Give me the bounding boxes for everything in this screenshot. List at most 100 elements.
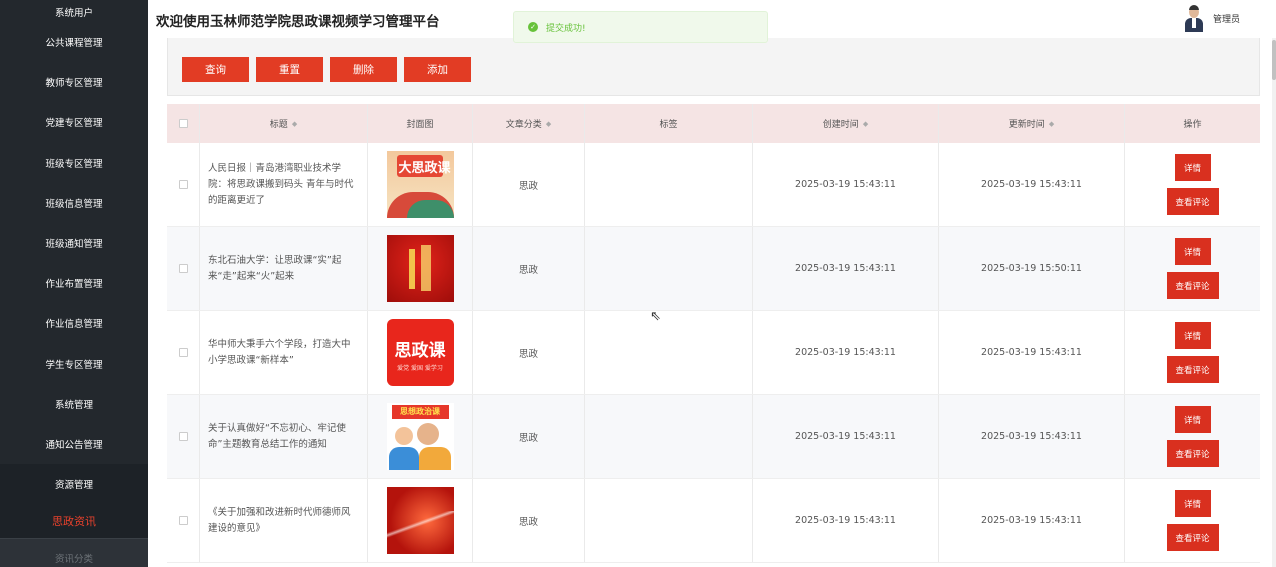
row-actions: 详情 查看评论 bbox=[1125, 143, 1260, 226]
row-title: 《关于加强和改进新时代师德师风建设的意见》 bbox=[200, 479, 368, 562]
table-row: 华中师大秉手六个学段，打造大中小学思政课“新样本” 思政课爱党 爱国 爱学习 思… bbox=[167, 311, 1260, 395]
sidebar-item-announcements[interactable]: 通知公告管理 bbox=[0, 424, 148, 464]
row-cover: 大思政课 bbox=[368, 143, 473, 226]
category-text: 思政 bbox=[518, 180, 538, 192]
page-title: 欢迎使用玉林师范学院思政课视频学习管理平台 bbox=[156, 14, 440, 30]
sidebar: 系统用户 公共课程管理 教师专区管理 党建专区管理 班级专区管理 班级信息管理 … bbox=[0, 0, 148, 567]
header-tags: 标签 bbox=[585, 104, 753, 143]
row-cover: 思想政治课 bbox=[368, 395, 473, 478]
cover-image[interactable] bbox=[386, 235, 454, 302]
header-updated[interactable]: 更新时间 ◆ bbox=[939, 104, 1125, 143]
cover-subtext: 爱党 爱国 爱学习 bbox=[397, 365, 443, 372]
row-tags bbox=[585, 227, 753, 310]
header-created[interactable]: 创建时间 ◆ bbox=[753, 104, 939, 143]
row-select-cell bbox=[167, 395, 200, 478]
detail-button[interactable]: 详情 bbox=[1174, 490, 1211, 517]
scrollbar-track[interactable] bbox=[1272, 38, 1276, 567]
detail-button[interactable]: 详情 bbox=[1174, 322, 1211, 349]
row-title: 华中师大秉手六个学段，打造大中小学思政课“新样本” bbox=[200, 311, 368, 394]
sidebar-item-news[interactable]: 思政资讯 bbox=[0, 504, 148, 539]
row-title: 关于认真做好“不忘初心、牢记使命”主题教育总结工作的通知 bbox=[200, 395, 368, 478]
created-text: 2025-03-19 15:43:11 bbox=[795, 179, 896, 190]
created-text: 2025-03-19 15:43:11 bbox=[795, 431, 896, 442]
sidebar-item-teacher-zone[interactable]: 教师专区管理 bbox=[0, 62, 148, 102]
category-text: 思政 bbox=[518, 516, 538, 528]
updated-text: 2025-03-19 15:43:11 bbox=[981, 431, 1082, 442]
created-text: 2025-03-19 15:43:11 bbox=[795, 347, 896, 358]
updated-text: 2025-03-19 15:43:11 bbox=[981, 515, 1082, 526]
sidebar-item-system-manage[interactable]: 系统管理 bbox=[0, 384, 148, 424]
view-comments-button[interactable]: 查看评论 bbox=[1166, 524, 1219, 551]
add-button[interactable]: 添加 bbox=[404, 57, 471, 82]
sidebar-item-news-category[interactable]: 资讯分类 bbox=[0, 538, 148, 567]
sidebar-item-student-zone[interactable]: 学生专区管理 bbox=[0, 344, 148, 384]
search-toolbar: 查询 重置 删除 添加 bbox=[167, 38, 1260, 96]
sidebar-item-resources[interactable]: 资源管理 bbox=[0, 464, 148, 505]
table-header: 标题 ◆ 封面图 文章分类 ◆ 标签 创建时间 ◆ 更新时间 ◆ 操作 bbox=[167, 104, 1260, 143]
view-comments-button[interactable]: 查看评论 bbox=[1166, 272, 1219, 299]
cover-image[interactable]: 思政课爱党 爱国 爱学习 bbox=[386, 319, 454, 386]
sort-icon[interactable]: ◆ bbox=[1049, 120, 1054, 128]
row-checkbox[interactable] bbox=[178, 432, 188, 441]
row-select-cell bbox=[167, 143, 200, 226]
row-updated: 2025-03-19 15:50:11 bbox=[939, 227, 1125, 310]
header-category[interactable]: 文章分类 ◆ bbox=[473, 104, 585, 143]
row-checkbox[interactable] bbox=[178, 348, 188, 357]
header-updated-label: 更新时间 bbox=[1008, 120, 1045, 130]
mouse-cursor-icon: ⇖ bbox=[650, 309, 661, 324]
sort-icon[interactable]: ◆ bbox=[863, 120, 868, 128]
delete-button[interactable]: 删除 bbox=[330, 57, 397, 82]
row-checkbox[interactable] bbox=[178, 516, 188, 525]
row-actions: 详情 查看评论 bbox=[1125, 311, 1260, 394]
cover-text: 思政课 bbox=[394, 341, 446, 361]
row-checkbox[interactable] bbox=[178, 264, 188, 273]
sidebar-item-system-users[interactable]: 系统用户 bbox=[0, 0, 148, 22]
sort-icon[interactable]: ◆ bbox=[546, 120, 551, 128]
header-actions-label: 操作 bbox=[1183, 120, 1202, 130]
sidebar-item-public-courses[interactable]: 公共课程管理 bbox=[0, 22, 148, 62]
sidebar-item-homework-assign[interactable]: 作业布置管理 bbox=[0, 263, 148, 303]
cover-image[interactable]: 思想政治课 bbox=[386, 403, 454, 470]
row-category: 思政 bbox=[473, 395, 585, 478]
row-updated: 2025-03-19 15:43:11 bbox=[939, 479, 1125, 562]
row-category: 思政 bbox=[473, 227, 585, 310]
category-text: 思政 bbox=[518, 432, 538, 444]
reset-button[interactable]: 重置 bbox=[256, 57, 323, 82]
row-category: 思政 bbox=[473, 143, 585, 226]
user-menu[interactable]: 管理员 bbox=[1182, 4, 1240, 32]
table-row: 东北石油大学：让思政课“实”起来“走”起来“火”起来 思政 2025-03-19… bbox=[167, 227, 1260, 311]
cover-image[interactable] bbox=[386, 487, 454, 554]
cover-image[interactable]: 大思政课 bbox=[386, 151, 454, 218]
sidebar-item-class-zone[interactable]: 班级专区管理 bbox=[0, 143, 148, 183]
sort-icon[interactable]: ◆ bbox=[292, 120, 297, 128]
sidebar-item-homework-info[interactable]: 作业信息管理 bbox=[0, 303, 148, 343]
row-updated: 2025-03-19 15:43:11 bbox=[939, 143, 1125, 226]
view-comments-button[interactable]: 查看评论 bbox=[1166, 188, 1219, 215]
table-row: 人民日报｜青岛港湾职业技术学院：将思政课搬到码头 青年与时代的距离更近了 大思政… bbox=[167, 143, 1260, 227]
scrollbar-thumb[interactable] bbox=[1272, 40, 1276, 80]
query-button[interactable]: 查询 bbox=[182, 57, 249, 82]
row-title: 东北石油大学：让思政课“实”起来“走”起来“火”起来 bbox=[200, 227, 368, 310]
select-all-checkbox[interactable] bbox=[178, 119, 188, 128]
row-tags bbox=[585, 143, 753, 226]
row-created: 2025-03-19 15:43:11 bbox=[753, 395, 939, 478]
sidebar-item-class-info[interactable]: 班级信息管理 bbox=[0, 183, 148, 223]
header-cover-label: 封面图 bbox=[406, 120, 434, 130]
detail-button[interactable]: 详情 bbox=[1174, 238, 1211, 265]
table-row: 关于认真做好“不忘初心、牢记使命”主题教育总结工作的通知 思想政治课 思政 20… bbox=[167, 395, 1260, 479]
row-tags bbox=[585, 479, 753, 562]
sidebar-item-class-notice[interactable]: 班级通知管理 bbox=[0, 223, 148, 263]
row-checkbox[interactable] bbox=[178, 180, 188, 189]
sidebar-item-party-zone[interactable]: 党建专区管理 bbox=[0, 102, 148, 142]
user-name[interactable]: 管理员 bbox=[1213, 12, 1240, 25]
header-title[interactable]: 标题 ◆ bbox=[200, 104, 368, 143]
view-comments-button[interactable]: 查看评论 bbox=[1166, 440, 1219, 467]
cover-text: 大思政课 bbox=[398, 161, 451, 176]
view-comments-button[interactable]: 查看评论 bbox=[1166, 356, 1219, 383]
avatar[interactable] bbox=[1182, 4, 1205, 32]
row-category: 思政 bbox=[473, 311, 585, 394]
header-title-label: 标题 bbox=[269, 120, 288, 130]
row-title: 人民日报｜青岛港湾职业技术学院：将思政课搬到码头 青年与时代的距离更近了 bbox=[200, 143, 368, 226]
detail-button[interactable]: 详情 bbox=[1174, 154, 1211, 181]
detail-button[interactable]: 详情 bbox=[1174, 406, 1211, 433]
